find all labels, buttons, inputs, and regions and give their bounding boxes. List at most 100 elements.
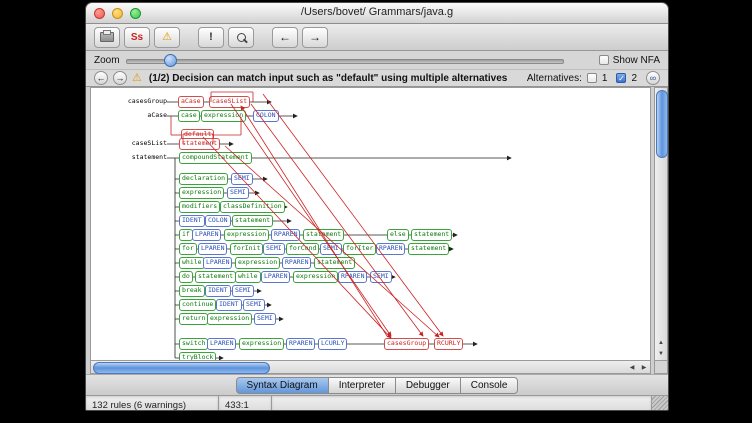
diagram-node-RPAREN[interactable]: RPAREN <box>376 243 405 255</box>
diagram-node-expression[interactable]: expression <box>201 110 246 122</box>
tab-syntax-diagram[interactable]: Syntax Diagram <box>236 377 329 394</box>
print-button[interactable] <box>94 27 120 48</box>
debug-button[interactable]: ! <box>198 27 224 48</box>
diagram-node-IDENT[interactable]: IDENT <box>205 285 231 297</box>
diagram-node-aCase[interactable]: aCase <box>178 96 204 108</box>
scroll-up-button[interactable]: ▲ <box>655 337 667 348</box>
diagram-node-LPAREN[interactable]: LPAREN <box>261 271 290 283</box>
diagram-node-statement[interactable]: statement <box>314 257 355 269</box>
diagram-node-statement[interactable]: statement <box>179 138 220 150</box>
tab-console[interactable]: Console <box>460 377 519 394</box>
horizontal-scrollbar[interactable]: ◀ ▶ <box>90 360 651 374</box>
diagram-node-SEMI[interactable]: SEMI <box>231 173 253 185</box>
link-alternatives-button[interactable]: ∞ <box>646 71 660 85</box>
warnings-button[interactable]: ⚠ <box>154 27 180 48</box>
diagram-node-LPAREN[interactable]: LPAREN <box>207 338 236 350</box>
alternative-2-checkbox[interactable]: ✓ <box>616 73 626 83</box>
rule-label-casesGroup: casesGroup <box>91 97 167 105</box>
find-button[interactable] <box>228 27 254 48</box>
resize-grip[interactable] <box>652 396 668 411</box>
diagram-node-casesGroup[interactable]: casesGroup <box>384 338 429 350</box>
vertical-scrollbar[interactable]: ▲ ▼ <box>654 87 668 361</box>
diagram-node-SEMI[interactable]: SEMI <box>320 243 342 255</box>
diagram-node-case[interactable]: case <box>178 110 200 122</box>
zoom-label: Zoom <box>94 55 120 66</box>
show-nfa-checkbox[interactable] <box>599 55 609 65</box>
titlebar[interactable]: /Users/bovet/ Grammars/java.g <box>86 3 668 24</box>
diagram-node-expression[interactable]: expression <box>293 271 338 283</box>
diagram-node-statement[interactable]: statement <box>195 271 236 283</box>
diagram-node-RCURLY[interactable]: RCURLY <box>434 338 463 350</box>
horizontal-scrollbar-thumb[interactable] <box>93 362 270 374</box>
diagram-node-statement[interactable]: statement <box>232 215 273 227</box>
diagram-node-for[interactable]: for <box>179 243 197 255</box>
diagram-canvas[interactable]: casesGroupaCasecaseSListstatementaCaseca… <box>90 87 651 361</box>
diagram-node-LPAREN[interactable]: LPAREN <box>203 257 232 269</box>
diagram-node-statement[interactable]: statement <box>303 229 344 241</box>
diagram-area: casesGroupaCasecaseSListstatementaCaseca… <box>86 87 668 374</box>
diagram-node-switch[interactable]: switch <box>179 338 208 350</box>
alternative-1-checkbox[interactable] <box>587 73 597 83</box>
show-nfa-label: Show NFA <box>613 55 660 66</box>
diagram-node-SEMI[interactable]: SEMI <box>370 271 392 283</box>
diagram-node-SEMI[interactable]: SEMI <box>227 187 249 199</box>
diagram-node-IDENT[interactable]: IDENT <box>216 299 242 311</box>
diagram-node-expression[interactable]: expression <box>239 338 284 350</box>
diagram-node-RPAREN[interactable]: RPAREN <box>286 338 315 350</box>
forward-button[interactable]: → <box>302 27 328 48</box>
diagram-node-statement[interactable]: statement <box>411 229 452 241</box>
diagram-node-SEMI[interactable]: SEMI <box>254 313 276 325</box>
tab-interpreter[interactable]: Interpreter <box>328 377 396 394</box>
diagram-node-tryBlock[interactable]: tryBlock <box>179 352 216 361</box>
next-warning-button[interactable]: → <box>113 71 127 85</box>
diagram-node-expression[interactable]: expression <box>207 313 252 325</box>
scroll-down-button[interactable]: ▼ <box>655 348 667 359</box>
scroll-left-button[interactable]: ◀ <box>626 362 638 373</box>
diagram-node-RPAREN[interactable]: RPAREN <box>282 257 311 269</box>
diagram-node-forInit[interactable]: forInit <box>230 243 263 255</box>
diagram-node-statement[interactable]: statement <box>408 243 449 255</box>
diagram-node-else[interactable]: else <box>387 229 409 241</box>
diagram-node-LCURLY[interactable]: LCURLY <box>318 338 347 350</box>
previous-warning-button[interactable]: ← <box>94 71 108 85</box>
diagram-node-forCond[interactable]: forCond <box>286 243 319 255</box>
diagram-node-expression[interactable]: expression <box>224 229 269 241</box>
diagram-node-SEMI[interactable]: SEMI <box>263 243 285 255</box>
diagram-node-RPAREN[interactable]: RPAREN <box>271 229 300 241</box>
diagram-node-modifiers[interactable]: modifiers <box>179 201 220 213</box>
diagram-node-LPAREN[interactable]: LPAREN <box>198 243 227 255</box>
diagram-node-caseSList[interactable]: caseSList <box>209 96 250 108</box>
scroll-right-button[interactable]: ▶ <box>638 362 650 373</box>
diagram-node-continue[interactable]: continue <box>179 299 216 311</box>
zoom-slider-thumb[interactable] <box>164 54 177 67</box>
diagram-node-while[interactable]: while <box>235 271 261 283</box>
diagram-node-SEMI[interactable]: SEMI <box>243 299 265 311</box>
diagram-node-forIter[interactable]: forIter <box>343 243 376 255</box>
back-button[interactable]: ← <box>272 27 298 48</box>
link-icon: ∞ <box>650 73 656 83</box>
syntax-coloring-button[interactable]: Ss <box>124 27 150 48</box>
diagram-node-IDENT[interactable]: IDENT <box>179 215 205 227</box>
diagram-node-expression[interactable]: expression <box>235 257 280 269</box>
back-arrow-icon: ← <box>279 30 291 44</box>
diagram-node-break[interactable]: break <box>179 285 205 297</box>
diagram-node-COLON[interactable]: COLON <box>253 110 279 122</box>
vertical-scrollbar-thumb[interactable] <box>656 90 668 158</box>
diagram-node-classDefinition[interactable]: classDefinition <box>220 201 285 213</box>
diagram-node-COLON[interactable]: COLON <box>205 215 231 227</box>
diagram-lines-under <box>91 88 651 361</box>
diagram-node-do[interactable]: do <box>179 271 193 283</box>
diagram-node-declaration[interactable]: declaration <box>179 173 228 185</box>
diagram-node-expression[interactable]: expression <box>179 187 224 199</box>
zoom-slider[interactable] <box>126 54 564 66</box>
app-window: /Users/bovet/ Grammars/java.g Ss ⚠ ! ← →… <box>85 2 669 411</box>
diagram-node-return[interactable]: return <box>179 313 208 325</box>
diagram-node-LPAREN[interactable]: LPAREN <box>192 229 221 241</box>
diagram-node-compoundStatement[interactable]: compoundStatement <box>179 152 252 164</box>
diagram-node-while[interactable]: while <box>179 257 205 269</box>
diagram-node-SEMI[interactable]: SEMI <box>232 285 254 297</box>
diagram-node-RPAREN[interactable]: RPAREN <box>338 271 367 283</box>
show-nfa-toggle[interactable]: Show NFA <box>599 55 660 66</box>
tab-debugger[interactable]: Debugger <box>395 377 461 394</box>
diagram-node-if[interactable]: if <box>179 229 193 241</box>
